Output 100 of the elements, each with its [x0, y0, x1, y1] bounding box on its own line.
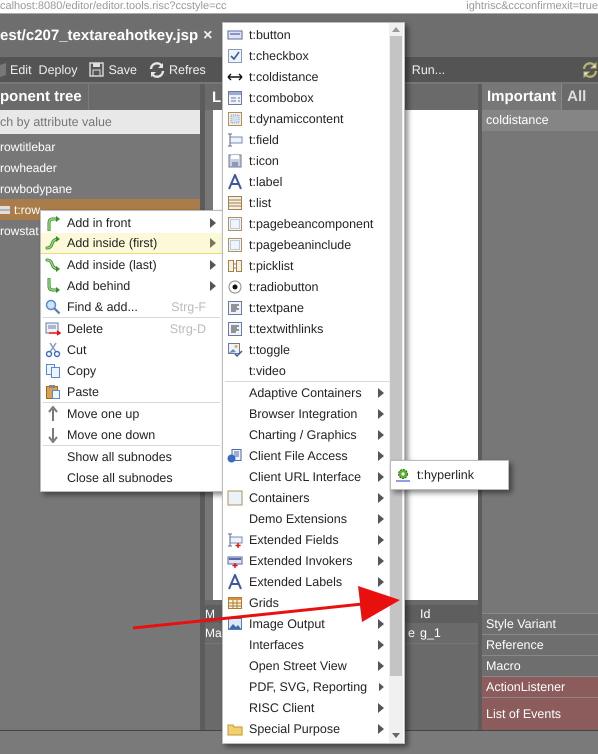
text-pane-icon: [227, 320, 243, 336]
menu-item[interactable]: Client File Access: [227, 448, 348, 464]
property-row[interactable]: Style Variant: [482, 613, 598, 634]
submenu-arrow-icon: [378, 618, 384, 628]
property-row[interactable]: coldistance: [482, 110, 598, 131]
menu-item[interactable]: Open Street View: [227, 658, 347, 672]
table-cell: e: [408, 626, 415, 640]
menu-item[interactable]: Browser Integration: [227, 406, 358, 420]
menu-item[interactable]: Delete Strg-D: [41, 318, 222, 339]
tab[interactable]: Important: [482, 84, 562, 110]
menu-item[interactable]: Grids: [227, 594, 279, 610]
menu-item[interactable]: Client URL Interface: [227, 470, 362, 484]
menu-item[interactable]: t:checkbox: [223, 45, 393, 66]
column-header: Id: [419, 607, 432, 621]
menu-item[interactable]: t:combobox: [223, 87, 393, 108]
file-transfer-icon: [227, 448, 243, 464]
scroll-up-icon[interactable]: [392, 27, 400, 32]
menu-item[interactable]: t:pagebeancomponent: [223, 213, 393, 234]
menu-item[interactable]: Demo Extensions: [227, 512, 347, 526]
menu-item[interactable]: t:textwithlinks: [223, 318, 393, 339]
menu-item[interactable]: Containers: [227, 490, 310, 506]
menu-item[interactable]: t:icon: [223, 150, 393, 171]
submenu-arrow-icon: [378, 472, 384, 482]
search-field[interactable]: ch by attribute value: [0, 110, 200, 134]
menu-item[interactable]: Extended Labels: [227, 574, 342, 590]
submenu-arrow-icon: [210, 260, 216, 270]
menu-item[interactable]: t:coldistance: [223, 66, 393, 87]
menu-item[interactable]: Interfaces: [227, 638, 304, 652]
property-row[interactable]: ActionListener: [482, 676, 598, 697]
image-check-icon: [227, 342, 243, 358]
menu-item[interactable]: Add inside (last): [41, 254, 222, 275]
menu-item[interactable]: Add inside (first): [41, 233, 222, 254]
tree-item[interactable]: rowbodypane: [0, 178, 200, 199]
menu-item[interactable]: t:list: [223, 192, 393, 213]
submenu-arrow-icon: [378, 492, 384, 502]
font-icon: [227, 574, 243, 590]
tree-item[interactable]: rowheader: [0, 157, 200, 178]
toolbar-button[interactable]: Edit: [0, 62, 32, 76]
menu-item[interactable]: t:pagebeaninclude: [223, 234, 393, 255]
menu-item[interactable]: t:picklist: [223, 255, 393, 276]
menu-item[interactable]: Close all subnodes: [41, 467, 222, 488]
document-tab[interactable]: est/c207_textareahotkey.jsp ×: [0, 26, 221, 44]
menu-item[interactable]: t:dynamiccontent: [223, 108, 393, 129]
submenu-arrow-icon: [378, 702, 384, 712]
menu-item[interactable]: Copy: [41, 360, 222, 381]
menu-item[interactable]: t:field: [223, 129, 393, 150]
menu-item[interactable]: Cut: [41, 339, 222, 360]
menu-item[interactable]: Charting / Graphics: [227, 428, 357, 442]
submenu-arrow-icon: [378, 514, 384, 524]
menu-item[interactable]: Add behind: [41, 275, 222, 296]
gear-icon: [395, 467, 411, 483]
menu-item[interactable]: t:hyperlink: [391, 464, 474, 486]
property-row[interactable]: Reference: [482, 634, 598, 655]
submenu-arrow-icon: [378, 408, 384, 418]
toolbar-button[interactable]: Deploy: [38, 62, 78, 76]
submenu-arrow-icon: [378, 660, 384, 670]
menu-item[interactable]: t:toggle: [223, 339, 393, 360]
close-button[interactable]: ×: [203, 26, 213, 44]
menu-item[interactable]: t:label: [223, 171, 393, 192]
menu-item[interactable]: t:video: [223, 360, 393, 381]
refresh-icon: [582, 62, 598, 78]
curved-arrow-icon: [45, 278, 61, 294]
menu-item[interactable]: t:textpane: [223, 297, 393, 318]
combobox-icon: [227, 90, 243, 106]
menu-item[interactable]: Extended Invokers: [227, 552, 353, 568]
menu-item[interactable]: Adaptive Containers: [227, 386, 362, 400]
column-header: M: [205, 607, 216, 621]
menu-item[interactable]: Paste: [41, 381, 222, 402]
menu-item[interactable]: PDF, SVG, Reporting: [227, 680, 368, 694]
property-row[interactable]: List of Events: [482, 697, 598, 730]
menu-item[interactable]: Move one down: [41, 424, 222, 445]
submenu-arrow-icon: [379, 682, 384, 692]
property-row[interactable]: Macro: [482, 655, 598, 676]
page-icon: [227, 216, 243, 232]
toolbar-button[interactable]: Refres: [148, 62, 206, 78]
tab[interactable]: All: [562, 84, 592, 110]
scroll-down-icon[interactable]: [392, 733, 400, 738]
menu-item[interactable]: Special Purpose: [227, 720, 340, 736]
menu-item[interactable]: t:button: [223, 24, 393, 45]
submenu-arrow-icon: [378, 556, 384, 566]
list-icon: [227, 194, 243, 210]
menu-item[interactable]: t:radiobutton: [223, 276, 393, 297]
toolbar-button[interactable]: Run...: [412, 62, 446, 76]
scrollbar[interactable]: [389, 23, 403, 743]
page-icon: [227, 236, 243, 252]
menu-item[interactable]: RISC Client: [227, 700, 314, 714]
toolbar-button[interactable]: Save: [89, 62, 137, 77]
url-text: calhost:8080/editor/editor.tools.risc?ccstyle=cc: [0, 0, 227, 13]
floppy-icon: [227, 152, 243, 168]
menu-item[interactable]: Move one up: [41, 403, 222, 424]
tree-item[interactable]: rowtitlebar: [0, 136, 200, 157]
font-icon: [227, 174, 243, 190]
submenu-arrow-icon: [378, 724, 384, 734]
table-cell: Ma: [205, 626, 220, 640]
menu-item[interactable]: Extended Fields: [227, 532, 339, 548]
submenu-arrow-icon: [378, 430, 384, 440]
menu-item[interactable]: Show all subnodes: [41, 446, 222, 467]
text-field-icon: [227, 132, 243, 148]
curved-arrow-icon: [45, 214, 61, 230]
menu-item[interactable]: Find & add... Strg-F: [41, 296, 222, 317]
